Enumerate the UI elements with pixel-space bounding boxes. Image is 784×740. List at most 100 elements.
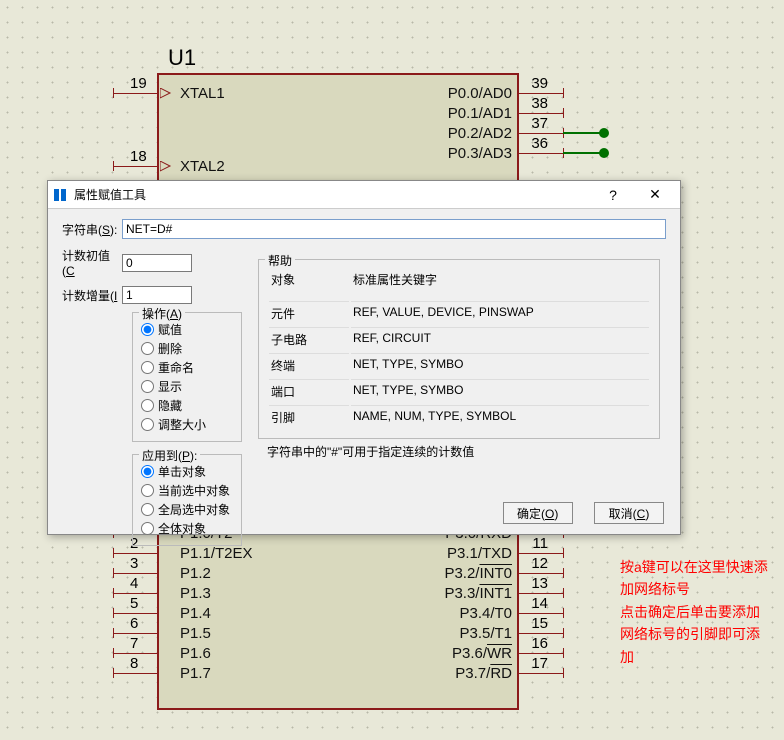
annotation-text: 按a键可以在这里快速添 加网络标号 点击确定后单击要添加 网络标号的引脚即可添 … — [620, 556, 780, 668]
pin-line[interactable] — [518, 553, 563, 554]
string-label: 字符串(S): — [62, 221, 122, 238]
ok-button[interactable]: 确定(O) — [503, 502, 573, 524]
pin-label: P1.7 — [180, 665, 211, 682]
apply-radio-2[interactable]: 全局选中对象 — [141, 501, 233, 518]
help-val: 标准属性关键字 — [351, 268, 649, 291]
dialog-help-button[interactable]: ? — [592, 182, 634, 208]
pin-label: P0.0/AD0 — [448, 85, 512, 102]
pin-number: 39 — [531, 75, 548, 92]
action-radio-2[interactable]: 重命名 — [141, 359, 233, 376]
component-ref: U1 — [168, 45, 196, 71]
pin-line[interactable] — [113, 633, 158, 634]
pin-label: P3.3/INT1 — [444, 585, 512, 602]
pin-line[interactable] — [518, 633, 563, 634]
pin-line[interactable] — [518, 113, 563, 114]
pin-label: P1.5 — [180, 625, 211, 642]
pin-line[interactable] — [518, 593, 563, 594]
help-key: 子电路 — [269, 327, 349, 351]
net-wire[interactable] — [563, 152, 603, 154]
help-key: 元件 — [269, 301, 349, 325]
string-input[interactable] — [122, 219, 666, 239]
pin-number: 4 — [130, 575, 138, 592]
pin-label: P1.4 — [180, 605, 211, 622]
pin-line[interactable] — [518, 573, 563, 574]
pin-number: 37 — [531, 115, 548, 132]
apply-radio-0[interactable]: 单击对象 — [141, 463, 233, 480]
pin-label: P3.7/RD — [455, 665, 512, 682]
pin-number: 15 — [531, 615, 548, 632]
input-arrow-icon — [160, 161, 172, 176]
pin-label: P3.1/TXD — [447, 545, 512, 562]
help-key: 端口 — [269, 379, 349, 403]
pin-number: 19 — [130, 75, 147, 92]
net-junction[interactable] — [599, 148, 609, 158]
pin-label: XTAL1 — [180, 85, 225, 102]
action-radio-5[interactable]: 调整大小 — [141, 416, 233, 433]
dialog-icon — [52, 187, 68, 203]
pin-label: P3.4/T0 — [459, 605, 512, 622]
action-radio-3[interactable]: 显示 — [141, 378, 233, 395]
help-key: 引脚 — [269, 405, 349, 429]
pin-line[interactable] — [518, 93, 563, 94]
pin-number: 12 — [531, 555, 548, 572]
input-arrow-icon — [160, 88, 172, 103]
count-init-input[interactable] — [122, 254, 192, 272]
net-wire[interactable] — [563, 132, 603, 134]
pin-line[interactable] — [518, 653, 563, 654]
dialog-close-button[interactable]: ✕ — [634, 182, 676, 208]
action-radio-1[interactable]: 删除 — [141, 340, 233, 357]
pin-number: 3 — [130, 555, 138, 572]
action-radio-4[interactable]: 隐藏 — [141, 397, 233, 414]
count-init-label: 计数初值(C — [62, 247, 122, 278]
pin-label: P1.6 — [180, 645, 211, 662]
pin-label: XTAL2 — [180, 158, 225, 175]
help-val: NET, TYPE, SYMBO — [351, 353, 649, 377]
pin-label: P3.5/T1 — [459, 625, 512, 642]
pin-number: 18 — [130, 148, 147, 165]
pin-label: P3.2/INT0 — [444, 565, 512, 582]
pin-line[interactable] — [113, 553, 158, 554]
help-val: REF, CIRCUIT — [351, 327, 649, 351]
help-groupbox: 帮助 对象标准属性关键字元件REF, VALUE, DEVICE, PINSWA… — [258, 259, 660, 439]
pin-line[interactable] — [113, 613, 158, 614]
apply-radio-1[interactable]: 当前选中对象 — [141, 482, 233, 499]
action-radio-0[interactable]: 赋值 — [141, 321, 233, 338]
pin-number: 8 — [130, 655, 138, 672]
pin-line[interactable] — [113, 653, 158, 654]
pin-line[interactable] — [518, 133, 563, 134]
pin-label: P0.2/AD2 — [448, 125, 512, 142]
pin-number: 36 — [531, 135, 548, 152]
pin-line[interactable] — [518, 613, 563, 614]
help-val: NAME, NUM, TYPE, SYMBOL — [351, 405, 649, 429]
pin-number: 5 — [130, 595, 138, 612]
pin-number: 17 — [531, 655, 548, 672]
pin-number: 14 — [531, 595, 548, 612]
pin-line[interactable] — [113, 593, 158, 594]
pin-number: 16 — [531, 635, 548, 652]
help-note: 字符串中的"#"可用于指定连续的计数值 — [267, 443, 651, 460]
dialog-title: 属性赋值工具 — [74, 186, 592, 203]
net-junction[interactable] — [599, 128, 609, 138]
pin-line[interactable] — [113, 93, 158, 94]
pin-line[interactable] — [113, 673, 158, 674]
pin-line[interactable] — [518, 673, 563, 674]
pin-line[interactable] — [518, 153, 563, 154]
apply-groupbox: 应用到(P): 单击对象当前选中对象全局选中对象全体对象 — [132, 454, 242, 546]
help-key: 终端 — [269, 353, 349, 377]
pin-line[interactable] — [113, 573, 158, 574]
property-assign-dialog: 属性赋值工具 ? ✕ 字符串(S): 计数初值(C 计数增量(I — [47, 180, 681, 535]
pin-number: 13 — [531, 575, 548, 592]
apply-radio-3[interactable]: 全体对象 — [141, 520, 233, 537]
pin-label: P1.1/T2EX — [180, 545, 253, 562]
pin-label: P3.6/WR — [452, 645, 512, 662]
pin-label: P0.3/AD3 — [448, 145, 512, 162]
pin-number: 38 — [531, 95, 548, 112]
dialog-titlebar[interactable]: 属性赋值工具 ? ✕ — [48, 181, 680, 209]
pin-line[interactable] — [113, 166, 158, 167]
count-inc-input[interactable] — [122, 286, 192, 304]
action-groupbox: 操作(A) 赋值删除重命名显示隐藏调整大小 — [132, 312, 242, 442]
pin-label: P1.3 — [180, 585, 211, 602]
cancel-button[interactable]: 取消(C) — [594, 502, 664, 524]
pin-number: 6 — [130, 615, 138, 632]
help-val: REF, VALUE, DEVICE, PINSWAP — [351, 301, 649, 325]
